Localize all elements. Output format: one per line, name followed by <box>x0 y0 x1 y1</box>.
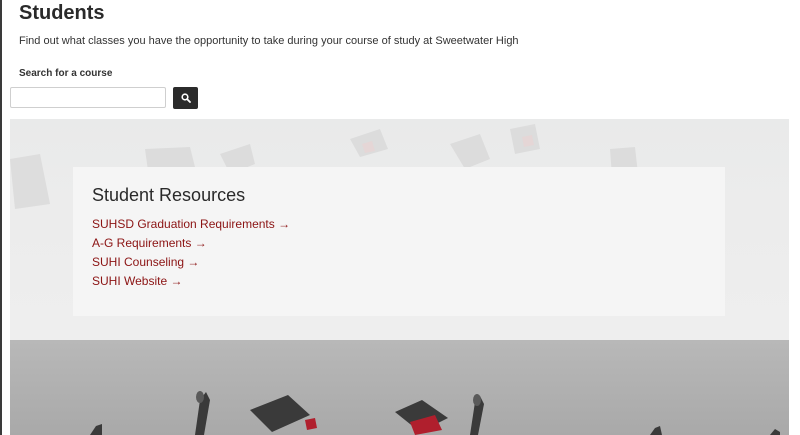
student-resources-title: Student Resources <box>92 185 246 205</box>
search-icon <box>180 91 191 106</box>
page-subtitle: Find out what classes you have the oppor… <box>19 35 519 47</box>
search-input[interactable] <box>10 87 166 108</box>
link-counseling[interactable]: SUHI Counseling → <box>92 253 706 272</box>
search-button[interactable] <box>173 87 198 109</box>
student-resources-card: Student Resources SUHSD Graduation Requi… <box>73 167 725 316</box>
search-label: Search for a course <box>19 68 113 79</box>
page-title: Students <box>19 2 105 24</box>
link-website[interactable]: SUHI Website → <box>92 272 706 291</box>
link-graduation-requirements[interactable]: SUHSD Graduation Requirements → <box>92 215 706 234</box>
graduation-photo <box>10 340 789 435</box>
link-a-g-requirements[interactable]: A-G Requirements → <box>92 234 706 253</box>
left-edge-divider <box>0 0 2 435</box>
